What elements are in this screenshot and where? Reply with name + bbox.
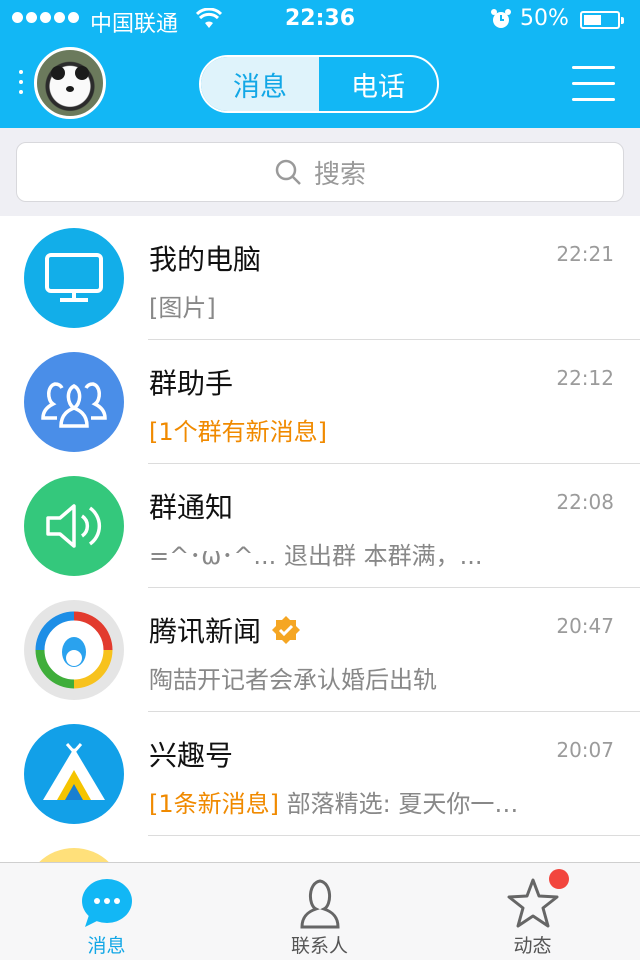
tab-messages-bottom[interactable]: 消息 (0, 863, 213, 960)
conversation-name: 群通知 (149, 491, 234, 524)
conversation-row[interactable]: 我的电脑 22:21 [图片] (0, 216, 640, 340)
header-segmented-control: 消息 电话 (199, 55, 439, 113)
tab-label: 动态 (513, 935, 552, 957)
tab-label: 联系人 (290, 935, 348, 957)
conversation-time: 22:08 (556, 490, 614, 514)
tab-calls[interactable]: 电话 (319, 57, 437, 111)
conversation-time: 22:21 (556, 242, 614, 266)
tent-icon (43, 743, 105, 800)
search-input[interactable]: 搜索 (16, 142, 624, 202)
conversation-preview: [图片] (149, 294, 216, 322)
avatar (24, 600, 124, 700)
battery-percent: 50% (520, 6, 569, 31)
more-dots-icon[interactable] (19, 70, 23, 94)
conversation-name: 腾讯新闻 (149, 615, 262, 648)
person-icon (299, 879, 340, 929)
notification-badge (548, 869, 569, 889)
conversation-row[interactable]: 群助手 22:12 [1个群有新消息] (0, 340, 640, 464)
verified-badge-icon (272, 616, 301, 644)
top-bar: 中国联通 22:36 50% 消息 电话 (0, 0, 640, 128)
bottom-tab-bar: 消息 联系人 动态 (0, 862, 640, 960)
status-bar: 中国联通 22:36 50% (0, 0, 640, 40)
tab-moments[interactable]: 动态 (426, 863, 639, 960)
menu-icon[interactable] (572, 66, 615, 102)
conversation-preview: 陶喆开记者会承认婚后出轨 (149, 666, 437, 694)
monitor-icon (45, 253, 103, 302)
conversation-highlight: [1个群有新消息] (149, 418, 327, 446)
chat-bubble-icon (81, 879, 132, 927)
conversation-preview: =^･ω･^... 退出群 本群满，... (149, 542, 483, 570)
avatar (24, 352, 124, 452)
alarm-icon (490, 8, 512, 36)
user-avatar[interactable] (34, 47, 106, 119)
group-icon (41, 382, 107, 428)
conversation-time: 20:47 (556, 614, 614, 638)
conversation-name: 群助手 (149, 367, 234, 400)
conversation-name: 我的电脑 (149, 243, 262, 276)
conversation-time: 20:07 (556, 738, 614, 762)
conversation-preview: 部落精选: 夏天你一… (279, 790, 519, 818)
search-icon (275, 159, 301, 185)
search-area: 搜索 (0, 128, 640, 216)
tencent-news-icon (35, 611, 113, 689)
conversation-time: 22:12 (556, 366, 614, 390)
tab-label: 消息 (87, 935, 126, 957)
search-placeholder: 搜索 (313, 159, 366, 190)
avatar (24, 724, 124, 824)
tab-messages[interactable]: 消息 (201, 57, 319, 111)
conversation-row[interactable]: 群通知 22:08 =^･ω･^... 退出群 本群满，... (0, 464, 640, 588)
avatar (24, 476, 124, 576)
tab-contacts[interactable]: 联系人 (213, 863, 426, 960)
conversation-row-partial[interactable] (0, 836, 640, 864)
conversation-highlight: [1条新消息] (149, 790, 279, 818)
speaker-icon (46, 504, 102, 548)
avatar (24, 228, 124, 328)
conversation-row[interactable]: 腾讯新闻 20:47 陶喆开记者会承认婚后出轨 (0, 588, 640, 712)
battery-icon (580, 11, 624, 29)
conversation-row[interactable]: 兴趣号 20:07 [1条新消息] 部落精选: 夏天你一… (0, 712, 640, 836)
conversation-name: 兴趣号 (149, 739, 234, 772)
conversation-list: 我的电脑 22:21 [图片] 群助手 22:12 [1个群有新消息] 群通知 … (0, 216, 640, 864)
